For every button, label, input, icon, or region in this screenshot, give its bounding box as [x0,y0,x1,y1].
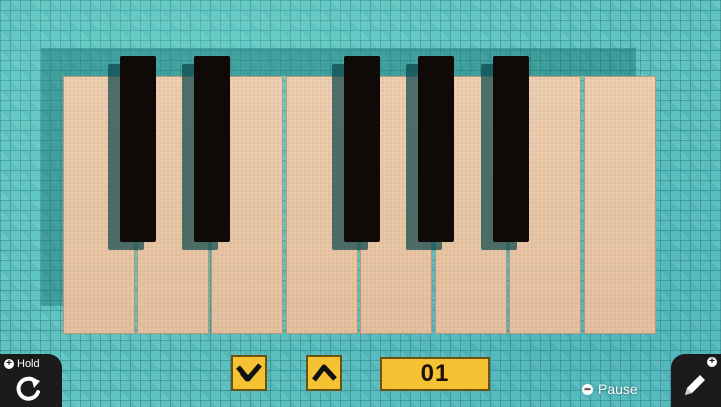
minus-badge: − [582,381,593,396]
octave-counter: 01 [380,357,490,391]
black-key-3[interactable] [344,56,380,242]
black-key-5[interactable] [493,56,529,242]
plus-badge: + [4,359,14,369]
hold-label: Hold [17,358,40,370]
rotate-icon [16,376,40,401]
plus-badge-edit: + [707,357,717,367]
pause-button[interactable]: − Pause [582,381,638,397]
black-key-2[interactable] [194,56,230,242]
hold-restart-button[interactable]: + Hold [0,354,62,407]
hold-label-group: + Hold [4,358,40,370]
edit-button[interactable]: + [671,354,721,407]
counter-value: 01 [420,360,450,387]
white-key-8[interactable] [584,76,656,334]
pencil-icon [685,375,705,395]
octave-down-button[interactable] [231,355,267,391]
pause-label: Pause [598,381,638,397]
black-key-4[interactable] [418,56,454,242]
caret-up-icon [312,364,337,382]
piano-keyboard [63,56,658,334]
octave-up-button[interactable] [306,355,342,391]
check-down-icon [236,363,262,382]
black-key-1[interactable] [120,56,156,242]
